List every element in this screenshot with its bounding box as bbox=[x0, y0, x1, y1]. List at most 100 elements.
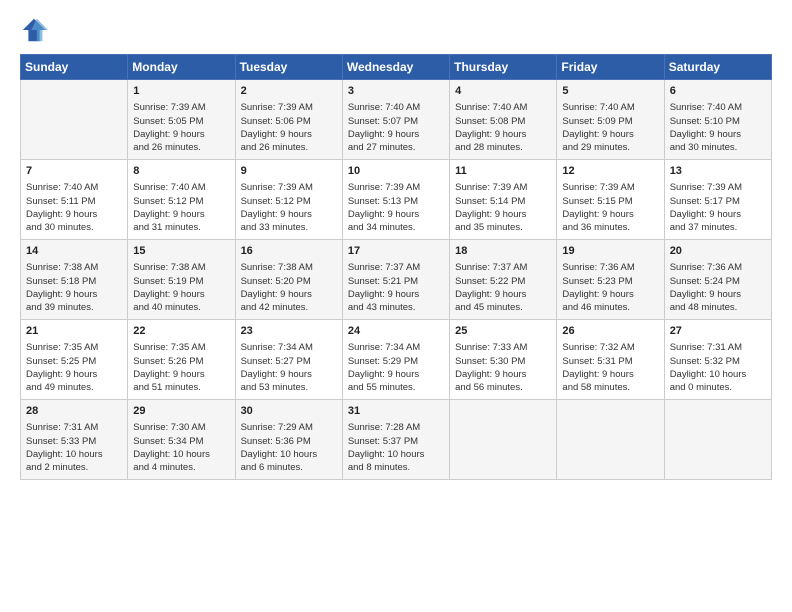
weekday-wednesday: Wednesday bbox=[342, 55, 449, 80]
day-number: 8 bbox=[133, 164, 229, 179]
calendar-week-2: 7Sunrise: 7:40 AMSunset: 5:11 PMDaylight… bbox=[21, 160, 772, 240]
calendar-cell: 7Sunrise: 7:40 AMSunset: 5:11 PMDaylight… bbox=[21, 160, 128, 240]
day-info-line: Daylight: 9 hours bbox=[133, 288, 229, 301]
calendar-cell: 31Sunrise: 7:28 AMSunset: 5:37 PMDayligh… bbox=[342, 400, 449, 480]
day-info-line: Sunrise: 7:35 AM bbox=[133, 341, 229, 354]
day-info-line: Sunset: 5:27 PM bbox=[241, 355, 337, 368]
day-info-line: Daylight: 9 hours bbox=[670, 288, 766, 301]
day-number: 28 bbox=[26, 404, 122, 419]
day-info-line: Daylight: 9 hours bbox=[241, 288, 337, 301]
day-number: 9 bbox=[241, 164, 337, 179]
day-number: 19 bbox=[562, 244, 658, 259]
calendar-cell: 1Sunrise: 7:39 AMSunset: 5:05 PMDaylight… bbox=[128, 80, 235, 160]
day-number: 14 bbox=[26, 244, 122, 259]
calendar-cell: 22Sunrise: 7:35 AMSunset: 5:26 PMDayligh… bbox=[128, 320, 235, 400]
day-info-line: Daylight: 9 hours bbox=[348, 128, 444, 141]
calendar-cell: 17Sunrise: 7:37 AMSunset: 5:21 PMDayligh… bbox=[342, 240, 449, 320]
calendar-cell: 15Sunrise: 7:38 AMSunset: 5:19 PMDayligh… bbox=[128, 240, 235, 320]
calendar-cell: 6Sunrise: 7:40 AMSunset: 5:10 PMDaylight… bbox=[664, 80, 771, 160]
day-number: 6 bbox=[670, 84, 766, 99]
day-number: 3 bbox=[348, 84, 444, 99]
day-info-line: Sunrise: 7:39 AM bbox=[670, 181, 766, 194]
day-info-line: Sunrise: 7:39 AM bbox=[562, 181, 658, 194]
calendar-cell: 10Sunrise: 7:39 AMSunset: 5:13 PMDayligh… bbox=[342, 160, 449, 240]
day-info-line: and 35 minutes. bbox=[455, 221, 551, 234]
day-info-line: Sunset: 5:37 PM bbox=[348, 435, 444, 448]
day-number: 10 bbox=[348, 164, 444, 179]
day-number: 24 bbox=[348, 324, 444, 339]
day-number: 29 bbox=[133, 404, 229, 419]
day-info-line: Sunrise: 7:33 AM bbox=[455, 341, 551, 354]
day-info-line: Daylight: 9 hours bbox=[562, 208, 658, 221]
calendar-cell: 3Sunrise: 7:40 AMSunset: 5:07 PMDaylight… bbox=[342, 80, 449, 160]
day-info-line: Sunset: 5:12 PM bbox=[133, 195, 229, 208]
day-info-line: Daylight: 9 hours bbox=[348, 368, 444, 381]
calendar-week-5: 28Sunrise: 7:31 AMSunset: 5:33 PMDayligh… bbox=[21, 400, 772, 480]
day-info-line: Sunrise: 7:37 AM bbox=[348, 261, 444, 274]
day-info-line: Sunset: 5:15 PM bbox=[562, 195, 658, 208]
day-info-line: Sunset: 5:11 PM bbox=[26, 195, 122, 208]
day-info-line: Daylight: 9 hours bbox=[562, 368, 658, 381]
day-info-line: Sunrise: 7:29 AM bbox=[241, 421, 337, 434]
day-number: 7 bbox=[26, 164, 122, 179]
day-info-line: Sunrise: 7:31 AM bbox=[670, 341, 766, 354]
calendar-cell: 12Sunrise: 7:39 AMSunset: 5:15 PMDayligh… bbox=[557, 160, 664, 240]
day-number: 1 bbox=[133, 84, 229, 99]
day-info-line: Sunrise: 7:36 AM bbox=[562, 261, 658, 274]
day-info-line: Sunrise: 7:40 AM bbox=[670, 101, 766, 114]
page-container: SundayMondayTuesdayWednesdayThursdayFrid… bbox=[0, 0, 792, 490]
calendar-cell bbox=[664, 400, 771, 480]
day-info-line: and 51 minutes. bbox=[133, 381, 229, 394]
day-info-line: and 43 minutes. bbox=[348, 301, 444, 314]
day-number: 18 bbox=[455, 244, 551, 259]
day-info-line: and 49 minutes. bbox=[26, 381, 122, 394]
calendar-header: SundayMondayTuesdayWednesdayThursdayFrid… bbox=[21, 55, 772, 80]
day-info-line: Daylight: 9 hours bbox=[241, 128, 337, 141]
calendar-cell: 2Sunrise: 7:39 AMSunset: 5:06 PMDaylight… bbox=[235, 80, 342, 160]
day-number: 16 bbox=[241, 244, 337, 259]
day-info-line: Daylight: 9 hours bbox=[133, 128, 229, 141]
calendar-cell: 20Sunrise: 7:36 AMSunset: 5:24 PMDayligh… bbox=[664, 240, 771, 320]
day-info-line: Daylight: 9 hours bbox=[670, 128, 766, 141]
day-info-line: Sunset: 5:19 PM bbox=[133, 275, 229, 288]
day-number: 23 bbox=[241, 324, 337, 339]
day-info-line: Sunrise: 7:34 AM bbox=[348, 341, 444, 354]
day-number: 17 bbox=[348, 244, 444, 259]
day-info-line: and 33 minutes. bbox=[241, 221, 337, 234]
calendar-cell: 24Sunrise: 7:34 AMSunset: 5:29 PMDayligh… bbox=[342, 320, 449, 400]
day-info-line: and 42 minutes. bbox=[241, 301, 337, 314]
day-info-line: Sunset: 5:25 PM bbox=[26, 355, 122, 368]
weekday-thursday: Thursday bbox=[450, 55, 557, 80]
day-info-line: Sunset: 5:33 PM bbox=[26, 435, 122, 448]
day-info-line: Sunset: 5:13 PM bbox=[348, 195, 444, 208]
day-info-line: Daylight: 9 hours bbox=[455, 288, 551, 301]
calendar-cell bbox=[450, 400, 557, 480]
day-info-line: Sunset: 5:23 PM bbox=[562, 275, 658, 288]
day-info-line: Sunset: 5:32 PM bbox=[670, 355, 766, 368]
day-info-line: Sunset: 5:12 PM bbox=[241, 195, 337, 208]
calendar-body: 1Sunrise: 7:39 AMSunset: 5:05 PMDaylight… bbox=[21, 80, 772, 480]
day-info-line: and 29 minutes. bbox=[562, 141, 658, 154]
day-info-line: Daylight: 9 hours bbox=[241, 368, 337, 381]
day-info-line: Daylight: 9 hours bbox=[26, 368, 122, 381]
day-info-line: Sunrise: 7:39 AM bbox=[348, 181, 444, 194]
day-info-line: Sunrise: 7:35 AM bbox=[26, 341, 122, 354]
calendar-cell: 14Sunrise: 7:38 AMSunset: 5:18 PMDayligh… bbox=[21, 240, 128, 320]
day-info-line: and 26 minutes. bbox=[133, 141, 229, 154]
calendar-cell: 26Sunrise: 7:32 AMSunset: 5:31 PMDayligh… bbox=[557, 320, 664, 400]
calendar-cell: 4Sunrise: 7:40 AMSunset: 5:08 PMDaylight… bbox=[450, 80, 557, 160]
day-info-line: Sunrise: 7:39 AM bbox=[241, 101, 337, 114]
day-info-line: and 2 minutes. bbox=[26, 461, 122, 474]
day-info-line: and 8 minutes. bbox=[348, 461, 444, 474]
day-info-line: and 36 minutes. bbox=[562, 221, 658, 234]
calendar-cell: 21Sunrise: 7:35 AMSunset: 5:25 PMDayligh… bbox=[21, 320, 128, 400]
day-info-line: Sunset: 5:18 PM bbox=[26, 275, 122, 288]
calendar-cell bbox=[557, 400, 664, 480]
day-number: 22 bbox=[133, 324, 229, 339]
day-info-line: Sunrise: 7:39 AM bbox=[133, 101, 229, 114]
day-info-line: Sunset: 5:20 PM bbox=[241, 275, 337, 288]
calendar-cell: 30Sunrise: 7:29 AMSunset: 5:36 PMDayligh… bbox=[235, 400, 342, 480]
day-info-line: and 46 minutes. bbox=[562, 301, 658, 314]
calendar-cell: 13Sunrise: 7:39 AMSunset: 5:17 PMDayligh… bbox=[664, 160, 771, 240]
day-info-line: Daylight: 10 hours bbox=[26, 448, 122, 461]
